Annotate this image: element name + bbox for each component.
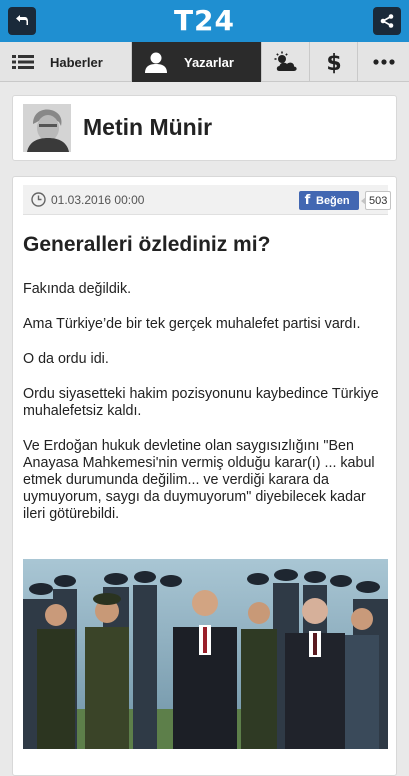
paragraph: O da ordu idi. bbox=[23, 351, 109, 367]
more-icon bbox=[372, 59, 395, 65]
share-button[interactable] bbox=[373, 7, 401, 35]
facebook-like-button[interactable]: f Beğen bbox=[299, 191, 359, 210]
article-title: Generalleri özlediniz mi? bbox=[23, 233, 271, 256]
person-icon bbox=[145, 52, 167, 73]
like-label: Beğen bbox=[316, 194, 350, 207]
article-meta-bar: 01.03.2016 00:00 f Beğen 503 bbox=[23, 185, 392, 215]
nav-tab-haberler[interactable]: Haberler bbox=[0, 42, 132, 82]
nav-tab-currency[interactable]: $ bbox=[310, 42, 358, 82]
dollar-icon: $ bbox=[326, 51, 341, 74]
like-count: 503 bbox=[360, 191, 392, 210]
weather-icon bbox=[274, 51, 297, 71]
nav-tab-yazarlar[interactable]: Yazarlar bbox=[132, 42, 262, 82]
nav-label-yazarlar: Yazarlar bbox=[184, 54, 234, 70]
main-nav: Haberler Yazarlar $ bbox=[0, 42, 409, 82]
site-logo[interactable]: T24 bbox=[0, 4, 409, 37]
paragraph: Ama Türkiye’de bir tek gerçek muhalefet … bbox=[23, 316, 361, 332]
nav-label-haberler: Haberler bbox=[50, 54, 103, 70]
paragraph: Ve Erdoğan hukuk devletine olan saygısız… bbox=[23, 438, 375, 522]
paragraph: Ordu siyasetteki hakim pozisyonunu kaybe… bbox=[23, 386, 379, 419]
nav-tab-weather[interactable] bbox=[262, 42, 310, 82]
article-card: 01.03.2016 00:00 f Beğen 503 Generalleri… bbox=[12, 176, 397, 776]
top-bar: T24 bbox=[0, 0, 409, 42]
author-avatar bbox=[23, 104, 71, 152]
svg-text:$: $ bbox=[326, 51, 341, 74]
facebook-icon: f bbox=[304, 193, 311, 208]
nav-tab-more[interactable] bbox=[358, 42, 409, 82]
share-icon bbox=[380, 14, 394, 28]
clock-icon bbox=[31, 192, 46, 207]
author-card[interactable]: Metin Münir bbox=[12, 95, 397, 161]
article-date: 01.03.2016 00:00 bbox=[51, 193, 145, 207]
article-photo bbox=[23, 559, 388, 749]
paragraph: Fakında değildik. bbox=[23, 281, 132, 297]
article-body: Fakında değildik. Ama Türkiye’de bir tek… bbox=[23, 281, 379, 541]
list-icon bbox=[12, 55, 34, 69]
author-name: Metin Münir bbox=[83, 114, 213, 140]
